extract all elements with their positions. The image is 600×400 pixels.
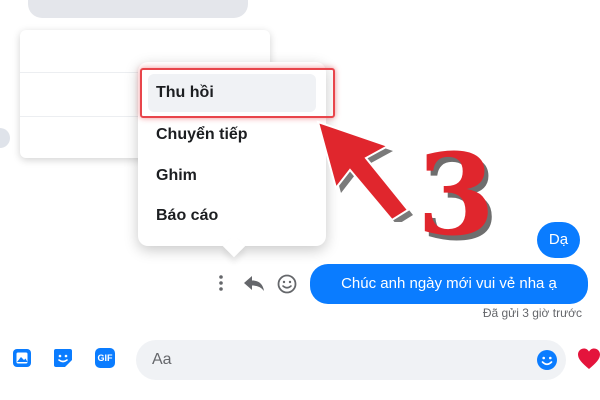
heart-icon[interactable]: [576, 346, 600, 372]
contact-avatar[interactable]: [0, 128, 10, 148]
menu-item-pin[interactable]: Ghim: [148, 157, 316, 195]
react-icon[interactable]: [276, 273, 298, 295]
sticker-icon[interactable]: [53, 348, 73, 368]
step-number: 3: [417, 130, 495, 261]
gif-icon[interactable]: GIF: [95, 348, 115, 368]
menu-item-forward[interactable]: Chuyển tiếp: [148, 116, 316, 154]
menu-item-report[interactable]: Báo cáo: [148, 197, 316, 235]
message-input-placeholder: Aa: [152, 351, 172, 368]
message-input[interactable]: Aa: [136, 340, 566, 380]
previous-message-bubble: [28, 0, 248, 18]
recall-highlight-box: [140, 68, 335, 118]
message-bubble[interactable]: Dạ: [537, 222, 580, 258]
image-icon[interactable]: [12, 348, 32, 368]
more-options-icon[interactable]: [214, 273, 228, 293]
forward-icon[interactable]: [243, 273, 265, 293]
message-bubble[interactable]: Chúc anh ngày mới vui vẻ nha ạ: [310, 264, 588, 304]
emoji-icon[interactable]: [536, 349, 558, 371]
tutorial-arrow-icon: [316, 120, 413, 222]
message-status: Đã gửi 3 giờ trước: [482, 306, 582, 320]
